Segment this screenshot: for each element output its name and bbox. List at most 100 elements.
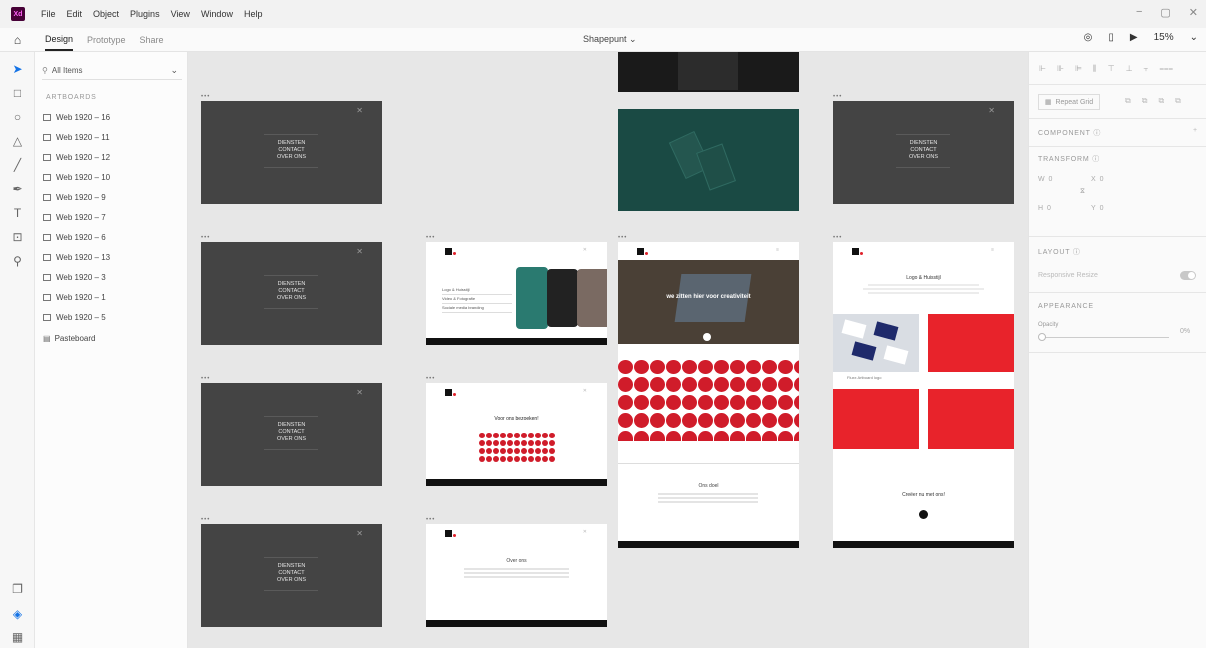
distribute-vertical-icon[interactable]: ⩶ <box>1159 64 1173 74</box>
align-center-icon[interactable]: ⊪ <box>1057 64 1064 74</box>
artboard-business-cards[interactable] <box>618 109 799 211</box>
service-item: Logo & Huisstijl <box>442 286 512 295</box>
menu-object[interactable]: Object <box>93 9 119 19</box>
y-field[interactable]: Y 0 <box>1091 205 1103 212</box>
zoom-level[interactable]: 15% <box>1154 32 1174 43</box>
device-preview-icon[interactable]: ▯ <box>1108 32 1114 43</box>
menu-edit[interactable]: Edit <box>67 9 83 19</box>
tab-prototype[interactable]: Prototype <box>87 28 126 51</box>
tab-share[interactable]: Share <box>140 28 164 51</box>
responsive-resize-toggle[interactable] <box>1180 271 1196 280</box>
height-field[interactable]: H 0 <box>1038 205 1051 212</box>
list-item[interactable]: Web 1920 – 6 <box>43 228 110 248</box>
select-tool-icon[interactable]: ➤ <box>0 62 35 76</box>
artboard-about[interactable]: ✕ Over ons <box>426 524 607 627</box>
menu-text: DIENSTEN CONTACT OVER ONS <box>908 140 939 160</box>
artboard-logo-huisstijl[interactable]: ≡ Logo & Huisstijl Fluxx Artboard logo C… <box>833 242 1014 548</box>
menu-view[interactable]: View <box>171 9 190 19</box>
list-item[interactable]: Web 1920 – 16 <box>43 107 110 127</box>
opacity-label: Opacity <box>1038 322 1059 328</box>
chevron-down-icon[interactable]: ⌄ <box>170 65 178 76</box>
artboard-menu-3[interactable]: ✕ DIENSTEN CONTACT OVER ONS <box>201 383 382 486</box>
artboard-services[interactable]: ✕ Logo & Huisstijl Video & Fotografie So… <box>426 242 607 345</box>
artboard-icon <box>43 234 51 242</box>
opacity-slider-track[interactable] <box>1044 337 1169 338</box>
chevron-down-icon[interactable]: ⌄ <box>1190 32 1198 43</box>
list-item[interactable]: Web 1920 – 1 <box>43 288 110 308</box>
play-icon[interactable]: ▶ <box>1130 32 1138 43</box>
menu-window[interactable]: Window <box>201 9 233 19</box>
artboard-icon <box>43 153 51 161</box>
boolean-tools: ⧉ ⧉ ⧉ ⧉ <box>1125 96 1181 106</box>
lock-aspect-icon[interactable]: ⧖ <box>1080 188 1085 196</box>
rectangle-tool-icon[interactable]: □ <box>0 86 35 100</box>
pen-tool-icon[interactable]: ✒ <box>0 182 35 196</box>
artboard-menu-5[interactable]: ✕ DIENSTEN CONTACT OVER ONS <box>833 101 1014 204</box>
subtract-icon[interactable]: ⧉ <box>1142 96 1148 106</box>
list-item[interactable]: Web 1920 – 13 <box>43 248 110 268</box>
canvas[interactable]: ••• ✕ DIENSTEN CONTACT OVER ONS ••• ✕ DIEN… <box>188 52 1028 648</box>
red-pattern <box>479 433 555 469</box>
search-input[interactable]: All Items <box>52 66 83 75</box>
exclude-icon[interactable]: ⧉ <box>1175 96 1181 106</box>
responsive-resize-label: Responsive Resize <box>1038 272 1098 279</box>
artboard-contact[interactable]: ✕ Voor ons bezoeken! <box>426 383 607 486</box>
artboard-menu-2[interactable]: ✕ DIENSTEN CONTACT OVER ONS <box>201 242 382 345</box>
tab-design[interactable]: Design <box>45 28 74 51</box>
minimize-icon[interactable]: − <box>1136 6 1142 19</box>
align-left-icon[interactable]: ⊩ <box>1039 64 1046 74</box>
assets-icon[interactable]: ❐ <box>0 582 35 596</box>
artboard-menu-4[interactable]: ✕ DIENSTEN CONTACT OVER ONS <box>201 524 382 627</box>
polygon-tool-icon[interactable]: △ <box>0 134 35 148</box>
artboard-photo-top[interactable] <box>618 52 799 92</box>
list-item[interactable]: Web 1920 – 5 <box>43 308 110 328</box>
toolbar-right: ◎ ▯ ▶ 15% ⌄ <box>1084 32 1198 43</box>
list-item[interactable]: Web 1920 – 9 <box>43 187 110 207</box>
x-field[interactable]: X 0 <box>1091 176 1103 183</box>
ellipse-tool-icon[interactable]: ○ <box>0 110 35 124</box>
list-item[interactable]: Web 1920 – 11 <box>43 127 110 147</box>
search-icon: ⚲ <box>42 66 48 75</box>
contact-title: Voor ons bezoeken! <box>494 416 539 422</box>
close-icon[interactable]: ✕ <box>1189 6 1198 19</box>
list-item-pasteboard[interactable]: ▤ Pasteboard <box>43 328 110 348</box>
add-icon[interactable]: ⧉ <box>1125 96 1131 106</box>
info-icon: ⓘ <box>1072 249 1081 256</box>
home-icon[interactable]: ⌂ <box>0 33 35 47</box>
align-middle-icon[interactable]: ⊥ <box>1126 64 1133 74</box>
list-item[interactable]: Web 1920 – 3 <box>43 268 110 288</box>
artboard-home[interactable]: ≡ we zitten hier voor creativiteit Ons d… <box>618 242 799 548</box>
menu-file[interactable]: File <box>41 9 56 19</box>
artboard-tool-icon[interactable]: ⊡ <box>0 230 35 244</box>
list-item[interactable]: Web 1920 – 10 <box>43 167 110 187</box>
menu-help[interactable]: Help <box>244 9 263 19</box>
opacity-slider-handle[interactable] <box>1038 333 1046 341</box>
layout-heading: LAYOUT ⓘ <box>1038 249 1081 256</box>
document-title[interactable]: Shapepunt ⌄ <box>583 34 637 45</box>
intersect-icon[interactable]: ⧉ <box>1158 96 1164 106</box>
artboard-name: Web 1920 – 16 <box>56 112 111 122</box>
line-tool-icon[interactable]: ╱ <box>0 158 35 172</box>
user-icon[interactable]: ◎ <box>1084 32 1093 43</box>
distribute-icon[interactable]: ⫼ <box>1093 64 1097 74</box>
align-right-icon[interactable]: ⊫ <box>1075 64 1082 74</box>
align-top-icon[interactable]: ⊤ <box>1108 64 1115 74</box>
layers-search[interactable]: ⚲ All Items ⌄ <box>42 62 182 80</box>
menu-plugins[interactable]: Plugins <box>130 9 160 19</box>
artboard-name: Web 1920 – 3 <box>56 273 106 283</box>
width-field[interactable]: W 0 <box>1038 176 1052 183</box>
opacity-value[interactable]: 0% <box>1180 328 1190 335</box>
plugins-icon[interactable]: ▦ <box>0 630 35 644</box>
zoom-tool-icon[interactable]: ⚲ <box>0 254 35 268</box>
artboard-name: Web 1920 – 6 <box>56 233 106 243</box>
layers-icon[interactable]: ◈ <box>0 607 35 621</box>
repeat-grid-button[interactable]: ▦ Repeat Grid <box>1038 94 1100 110</box>
align-bottom-icon[interactable]: ⫟ <box>1144 64 1149 74</box>
artboard-menu-1[interactable]: ✕ DIENSTEN CONTACT OVER ONS <box>201 101 382 204</box>
maximize-icon[interactable]: ▢ <box>1160 6 1170 19</box>
add-component-icon[interactable]: + <box>1193 127 1197 134</box>
list-item[interactable]: Web 1920 – 12 <box>43 147 110 167</box>
menu-text: DIENSTEN CONTACT OVER ONS <box>276 140 307 160</box>
list-item[interactable]: Web 1920 – 7 <box>43 207 110 227</box>
text-tool-icon[interactable]: T <box>0 206 35 220</box>
